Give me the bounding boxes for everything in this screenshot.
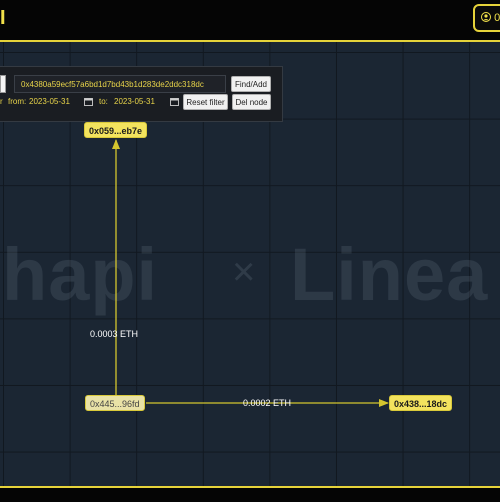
- to-date-input[interactable]: 2023-05-31: [114, 95, 155, 109]
- find-add-button[interactable]: Find/Add: [231, 76, 271, 92]
- address-input[interactable]: 0x4380a59ecf57a6bd1d7bd43b1d283de2ddc318…: [14, 75, 226, 93]
- calendar-icon[interactable]: [84, 97, 93, 106]
- edge-label-source-target: 0.0002 ETH: [243, 398, 292, 408]
- from-label: from:: [8, 97, 27, 106]
- panel-left-control[interactable]: [0, 75, 6, 93]
- app-logo: I: [0, 7, 6, 29]
- calendar-icon[interactable]: [170, 97, 179, 106]
- edge-label-source-top: 0.0003 ETH: [90, 329, 139, 339]
- graph-node-source[interactable]: 0x445...96fd: [85, 395, 145, 411]
- graph-node-top[interactable]: 0x059...eb7e: [84, 122, 148, 138]
- account-button[interactable]: 0x: [473, 4, 500, 32]
- del-node-button[interactable]: Del node: [232, 94, 271, 110]
- account-label: 0x: [494, 12, 500, 24]
- to-label: to:: [99, 97, 108, 106]
- reset-filter-button[interactable]: Reset filter: [183, 94, 228, 110]
- graph-node-target[interactable]: 0x438...18dc: [389, 395, 453, 411]
- from-date-input[interactable]: 2023-05-31: [29, 95, 70, 109]
- user-icon: [481, 12, 491, 22]
- filter-label: r: [0, 97, 3, 106]
- top-bar: I 0x: [0, 0, 500, 42]
- search-panel: 0x4380a59ecf57a6bd1d7bd43b1d283de2ddc318…: [0, 66, 283, 122]
